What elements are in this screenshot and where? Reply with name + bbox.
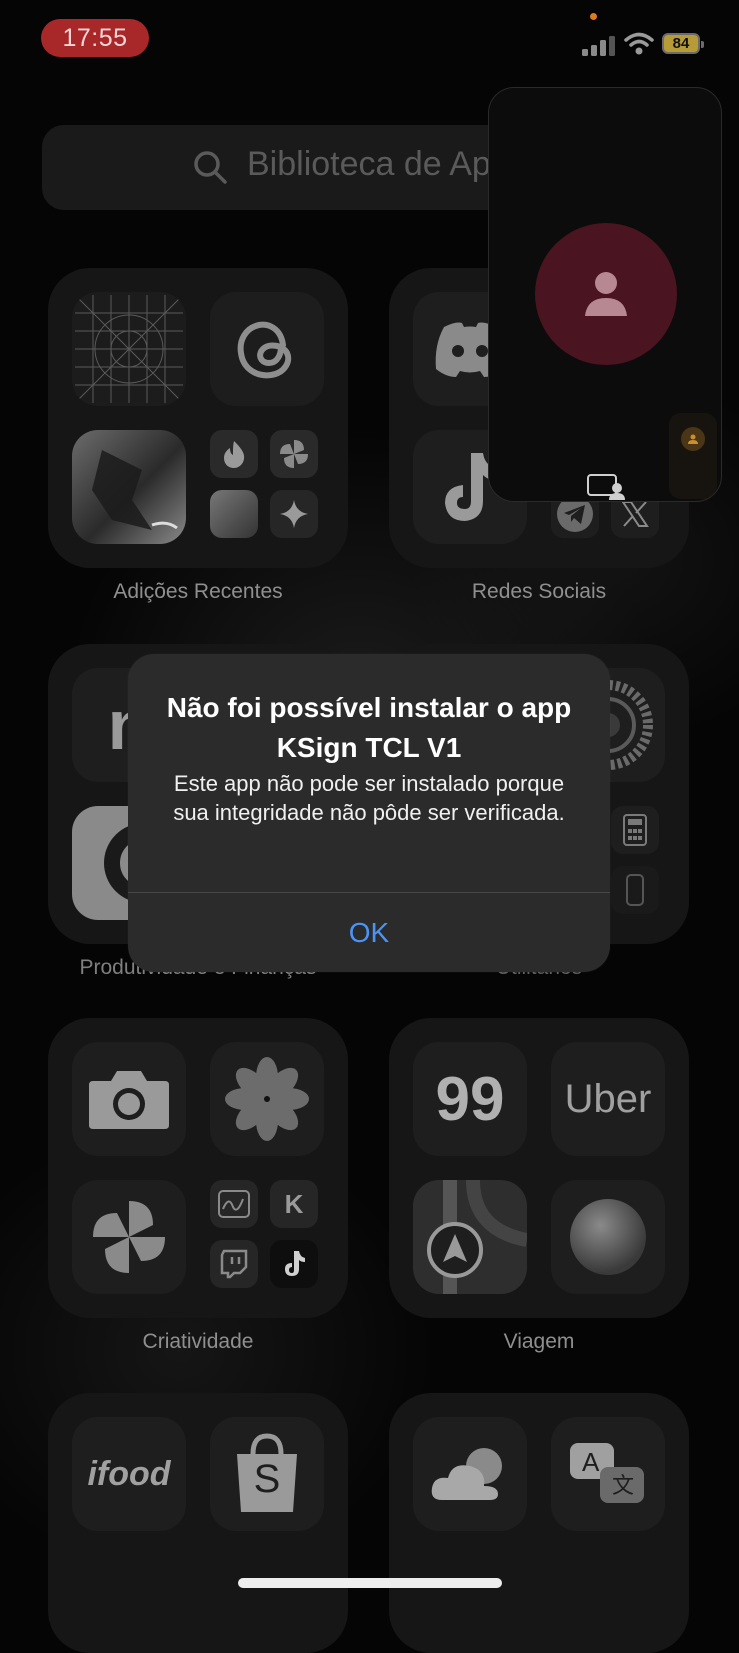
mic-indicator-dot bbox=[590, 13, 597, 20]
camera-icon[interactable] bbox=[72, 1042, 186, 1156]
tiktok-studio-icon[interactable] bbox=[270, 1240, 318, 1288]
twitch-icon[interactable] bbox=[210, 1240, 258, 1288]
self-avatar bbox=[681, 427, 705, 451]
folder-travel[interactable]: 99 Uber bbox=[389, 1018, 689, 1318]
freeform-icon[interactable] bbox=[210, 1180, 258, 1228]
ninetynine-text: 99 bbox=[435, 1064, 505, 1134]
app-library-search[interactable]: Biblioteca de Ap bbox=[42, 125, 512, 210]
game-app-icon[interactable] bbox=[72, 430, 186, 544]
folder-recent-additions[interactable] bbox=[48, 268, 348, 568]
tinder-icon[interactable] bbox=[210, 430, 258, 478]
folder-label-recent: Adições Recentes bbox=[113, 580, 283, 603]
kwai-icon[interactable]: K bbox=[270, 1180, 318, 1228]
maps-icon[interactable] bbox=[413, 1180, 527, 1294]
ninetynine-icon[interactable]: 99 bbox=[413, 1042, 527, 1156]
svg-text:文: 文 bbox=[612, 1474, 634, 1499]
earth-icon[interactable] bbox=[551, 1180, 665, 1294]
home-indicator[interactable] bbox=[238, 1578, 502, 1588]
search-icon bbox=[194, 151, 227, 184]
folder-shopping[interactable]: ifood S bbox=[48, 1393, 348, 1653]
calculator-icon[interactable] bbox=[611, 806, 659, 854]
photos-icon[interactable] bbox=[210, 1042, 324, 1156]
svg-text:A: A bbox=[582, 1447, 600, 1477]
person-icon bbox=[585, 272, 627, 316]
translate-icon[interactable]: A文 bbox=[551, 1417, 665, 1531]
alert-title: Não foi possível instalar o app KSign TC… bbox=[166, 692, 572, 763]
cellular-signal-icon bbox=[582, 36, 615, 56]
uber-icon[interactable]: Uber bbox=[551, 1042, 665, 1156]
kwai-letter: K bbox=[284, 1188, 304, 1219]
install-error-alert: Não foi possível instalar o app KSign TC… bbox=[128, 654, 610, 972]
game-app-small-icon[interactable] bbox=[210, 490, 258, 538]
uber-text: Uber bbox=[564, 1076, 652, 1121]
ok-button[interactable]: OK bbox=[128, 893, 610, 972]
alert-message: Este app não pode ser instalado porque s… bbox=[173, 771, 565, 825]
shopee-icon[interactable]: S bbox=[210, 1417, 324, 1531]
sparkle-ai-icon[interactable] bbox=[270, 490, 318, 538]
battery-level: 84 bbox=[672, 35, 690, 52]
folder-label-social: Redes Sociais bbox=[471, 580, 607, 603]
status-time[interactable]: 17:55 bbox=[41, 19, 149, 57]
shopee-letter: S bbox=[253, 1457, 281, 1501]
facetime-pip-window[interactable] bbox=[488, 87, 722, 502]
pinwheel-icon[interactable] bbox=[270, 430, 318, 478]
search-placeholder: Biblioteca de Ap bbox=[247, 145, 491, 183]
ifood-icon[interactable]: ifood bbox=[72, 1417, 186, 1531]
folder-label-travel: Viagem bbox=[503, 1330, 575, 1353]
folder-creativity[interactable]: K bbox=[48, 1018, 348, 1318]
folder-information[interactable]: A文 bbox=[389, 1393, 689, 1653]
pinwheel-large-icon[interactable] bbox=[72, 1180, 186, 1294]
remote-icon[interactable] bbox=[611, 866, 659, 914]
folder-label-creativity: Criatividade bbox=[142, 1330, 254, 1353]
app-grid-icon[interactable] bbox=[72, 292, 186, 406]
contact-avatar bbox=[535, 223, 677, 365]
wifi-icon bbox=[624, 32, 654, 55]
threads-icon[interactable] bbox=[210, 292, 324, 406]
self-view-tile[interactable] bbox=[669, 413, 717, 499]
weather-icon[interactable] bbox=[413, 1417, 527, 1531]
ifood-text: ifood bbox=[87, 1454, 171, 1493]
battery-indicator: 84 bbox=[662, 33, 704, 54]
screen-share-icon[interactable] bbox=[587, 474, 625, 500]
